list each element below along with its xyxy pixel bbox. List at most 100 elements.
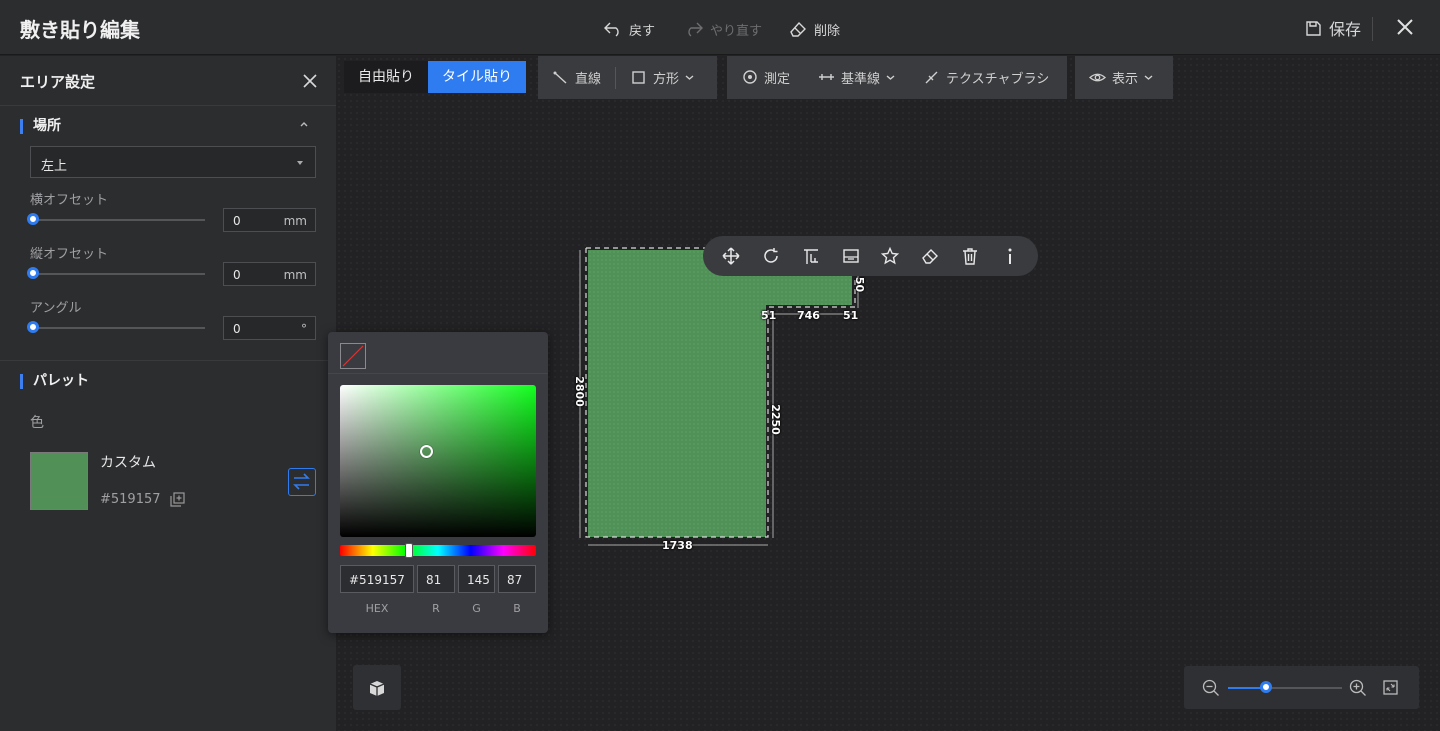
fit-to-screen-icon[interactable] (1382, 679, 1399, 696)
trash-icon[interactable] (960, 246, 980, 266)
dim-label: 51 (761, 309, 777, 322)
free-paste-button[interactable]: 自由貼り (344, 61, 428, 93)
zoom-in-icon[interactable] (1349, 679, 1367, 697)
swap-color-button[interactable] (288, 468, 316, 496)
dim-label: 51 (843, 309, 859, 322)
redo-button[interactable]: やり直す (684, 18, 762, 40)
custom-color-name: カスタム (100, 455, 156, 471)
location-section-title: 場所 (20, 119, 61, 134)
b-label: B (513, 602, 521, 615)
hex-input[interactable]: #519157 (340, 565, 414, 593)
info-icon[interactable] (1000, 246, 1020, 266)
position-value: 左上 (41, 159, 68, 174)
undo-icon (604, 22, 619, 37)
line-icon (553, 71, 567, 84)
star-icon[interactable] (880, 246, 900, 266)
angle-input[interactable]: 0 ° (223, 316, 316, 340)
position-select[interactable]: 左上 (30, 146, 316, 178)
dim-label: 2250 (768, 404, 782, 435)
cube-icon (369, 681, 385, 696)
h-offset-value: 0 (233, 214, 241, 228)
corner-icon[interactable] (801, 246, 821, 266)
rect-label: 方形 (653, 72, 680, 87)
r-label: R (432, 602, 440, 615)
h-offset-unit: mm (283, 214, 307, 228)
angle-slider[interactable] (27, 321, 205, 333)
display-tools: 表示 (1075, 56, 1173, 99)
line-tool[interactable]: 直線 (538, 56, 615, 99)
baseline-tool[interactable]: 基準線 (804, 56, 909, 99)
panel-title: エリア設定 (20, 73, 96, 91)
v-offset-value: 0 (233, 268, 241, 282)
fill-area-icon[interactable] (841, 246, 861, 266)
save-button[interactable]: 保存 (1305, 16, 1361, 40)
zoom-slider[interactable] (1228, 681, 1342, 693)
dim-label: 2800 (572, 376, 586, 407)
top-bar: 敷き貼り編集 戻す やり直す 削除 保存 (0, 0, 1440, 55)
hue-slider[interactable] (340, 543, 536, 558)
measure-tool[interactable]: 測定 (727, 56, 804, 99)
app-title: 敷き貼り編集 (20, 18, 140, 42)
display-label: 表示 (1112, 72, 1139, 87)
eye-icon (1089, 73, 1106, 82)
eraser-icon (790, 21, 806, 37)
picker-header (328, 332, 548, 374)
draw-tools: 直線 方形 (538, 56, 717, 99)
dim-label: 50 (853, 276, 867, 293)
baseline-icon (819, 74, 835, 80)
custom-color-hex: #519157 (100, 492, 161, 507)
paste-mode-toggle: 自由貼り タイル貼り (344, 61, 526, 93)
hue-knob[interactable] (405, 543, 413, 558)
rotate-icon[interactable] (761, 246, 781, 266)
h-offset-label: 横オフセット (30, 193, 109, 208)
g-label: G (472, 602, 481, 615)
angle-value: 0 (233, 322, 241, 336)
h-offset-input[interactable]: 0 mm (223, 208, 316, 232)
saturation-value-area[interactable] (340, 385, 536, 537)
zoom-out-icon[interactable] (1202, 679, 1220, 697)
panel-header: エリア設定 (0, 56, 336, 106)
v-offset-input[interactable]: 0 mm (223, 262, 316, 286)
slider-knob[interactable] (27, 267, 39, 279)
h-offset-slider[interactable] (27, 213, 205, 225)
swap-icon (293, 473, 310, 490)
rect-tool[interactable]: 方形 (616, 56, 708, 99)
palette-section-title: パレット (20, 374, 89, 389)
hex-label: HEX (365, 602, 389, 615)
rectangle-icon (632, 71, 645, 84)
close-icon[interactable] (301, 72, 319, 90)
collapse-icon[interactable] (298, 120, 310, 130)
display-tool[interactable]: 表示 (1075, 56, 1167, 99)
color-swatch[interactable] (30, 452, 88, 510)
r-input[interactable]: 81 (417, 565, 455, 593)
delete-button[interactable]: 削除 (788, 18, 840, 40)
move-icon[interactable] (721, 246, 741, 266)
tile-paste-button[interactable]: タイル貼り (428, 61, 526, 93)
copy-icon[interactable] (170, 492, 185, 507)
angle-label: アングル (30, 301, 82, 316)
angle-unit: ° (301, 322, 307, 336)
eraser-icon[interactable] (920, 246, 940, 266)
save-label: 保存 (1329, 20, 1362, 39)
v-offset-slider[interactable] (27, 267, 205, 279)
close-icon[interactable] (1393, 15, 1417, 39)
no-color-swatch[interactable] (340, 343, 366, 369)
undo-label: 戻す (629, 23, 656, 39)
slider-knob[interactable] (27, 321, 39, 333)
undo-button[interactable]: 戻す (603, 18, 655, 40)
delete-label: 削除 (814, 23, 841, 39)
zoom-knob[interactable] (1260, 681, 1272, 693)
color-label: 色 (30, 415, 44, 431)
color-knob[interactable] (420, 445, 433, 458)
slider-knob[interactable] (27, 213, 39, 225)
save-icon (1306, 20, 1321, 36)
g-input[interactable]: 145 (458, 565, 495, 593)
no-color-icon (342, 345, 364, 367)
line-label: 直線 (575, 72, 602, 87)
b-input[interactable]: 87 (498, 565, 536, 593)
texture-brush-label: テクスチャブラシ (946, 72, 1050, 87)
redo-label: やり直す (710, 23, 763, 39)
dimension-lines (579, 247, 859, 546)
3d-view-button[interactable] (353, 665, 401, 710)
texture-brush-tool[interactable]: テクスチャブラシ (909, 56, 1063, 99)
